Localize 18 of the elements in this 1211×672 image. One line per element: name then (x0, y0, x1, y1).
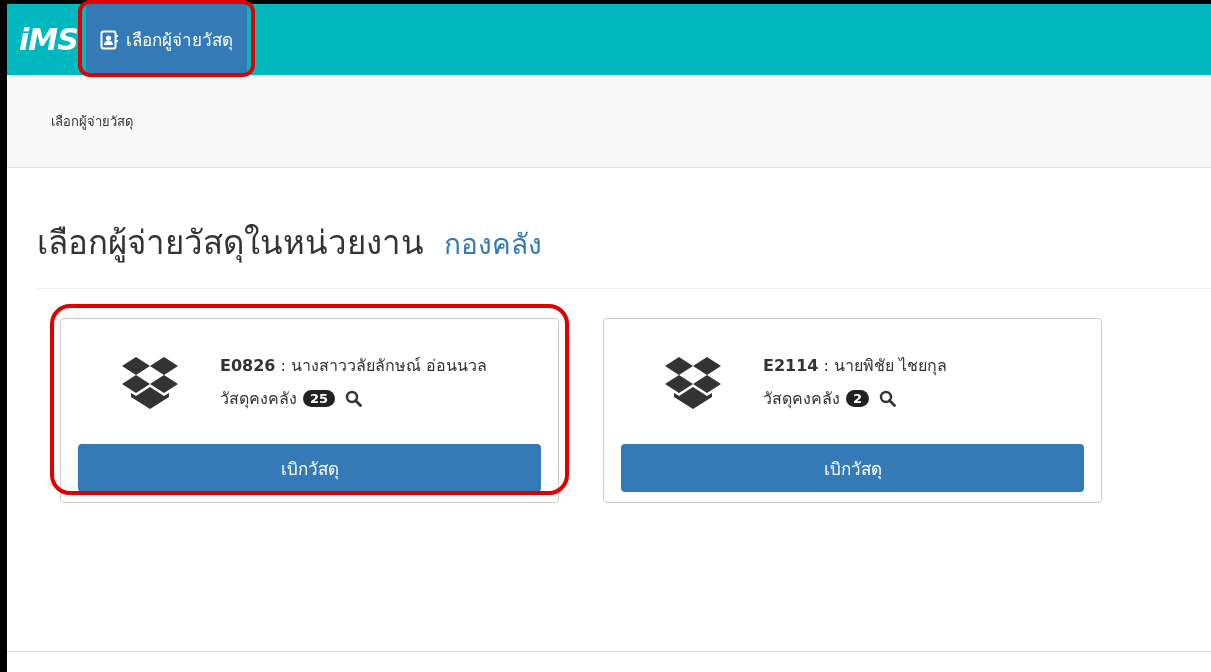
stock-label: วัสดุคงคลัง (220, 387, 297, 411)
breadcrumb-item[interactable]: เลือกผู้จ่ายวัสดุ (51, 110, 133, 132)
withdraw-button[interactable]: เบิกวัสดุ (621, 444, 1084, 492)
logo[interactable]: iMS (19, 22, 78, 57)
stock-label: วัสดุคงคลัง (763, 387, 840, 411)
page-title: เลือกผู้จ่ายวัสดุในหน่วยงาน (37, 222, 424, 265)
count-badge: 25 (303, 389, 336, 407)
open-box-icon (665, 354, 721, 409)
contact-book-icon (99, 29, 118, 50)
unit-name: กองคลัง (444, 227, 542, 263)
search-icon (879, 389, 897, 407)
open-box-icon (122, 354, 178, 409)
supplier-name: E2114 : นายพิชัย ไชยกุล (763, 354, 948, 378)
supplier-name: E0826 : นางสาววลัยลักษณ์ อ่อนนวล (220, 354, 488, 377)
search-icon (345, 389, 363, 407)
withdraw-button[interactable]: เบิกวัสดุ (78, 444, 541, 492)
menu-item[interactable]: เลือกผู้จ่ายวัสดุ (85, 4, 247, 75)
count-badge: 2 (846, 389, 870, 407)
